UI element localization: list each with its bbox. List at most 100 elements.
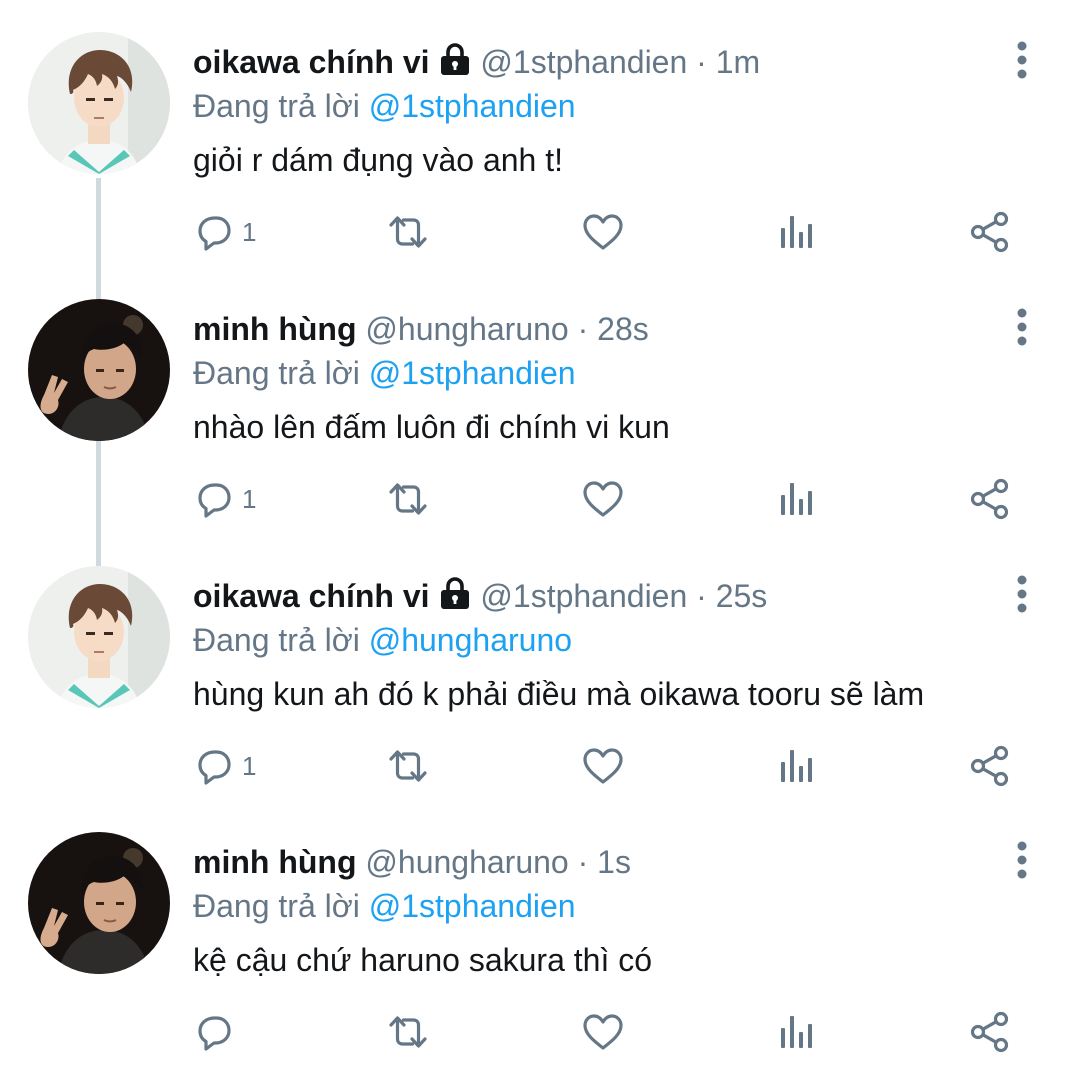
replying-to: Đang trả lời @1stphandien: [193, 84, 576, 128]
timestamp[interactable]: 1m: [716, 44, 760, 80]
avatar-image: [28, 832, 170, 974]
more-icon[interactable]: [1006, 572, 1038, 616]
retweet-icon: [389, 216, 427, 248]
separator-dot: ·: [577, 844, 589, 880]
display-name[interactable]: oikawa chính vi: [193, 578, 430, 614]
replying-to-label: Đang trả lời: [193, 355, 360, 391]
avatar-image: [28, 299, 170, 441]
retweet-button[interactable]: [386, 471, 430, 527]
analytics-icon: [781, 483, 812, 515]
reply-mention-link[interactable]: @1stphandien: [369, 88, 576, 124]
analytics-icon: [781, 750, 812, 782]
retweet-button[interactable]: [386, 1004, 430, 1060]
more-icon[interactable]: [1006, 305, 1038, 349]
avatar-image: [28, 32, 170, 174]
share-button[interactable]: [968, 471, 1012, 527]
like-button[interactable]: [581, 1004, 625, 1060]
share-icon: [970, 1011, 1009, 1053]
tweet-header: oikawa chính vi @1stphandien · 1m: [193, 40, 760, 84]
tweet-text: nhào lên đấm luôn đi chính vi kun: [193, 409, 670, 445]
reply-icon: [198, 483, 231, 518]
reply-count: 1: [242, 484, 257, 514]
retweet-button[interactable]: [386, 738, 430, 794]
reply-count: 1: [242, 751, 257, 781]
tweet-header: oikawa chính vi @1stphandien · 25s: [193, 574, 767, 618]
analytics-button[interactable]: [775, 471, 819, 527]
heart-icon: [583, 748, 623, 784]
share-icon: [970, 478, 1009, 520]
like-button[interactable]: [581, 471, 625, 527]
reply-button[interactable]: 1: [192, 204, 256, 260]
share-button[interactable]: [968, 1004, 1012, 1060]
tweet-header: minh hùng @hungharuno · 28s: [193, 307, 649, 351]
lock-icon: [440, 577, 469, 609]
separator-dot: ·: [696, 44, 707, 80]
reply-button[interactable]: 1: [192, 738, 256, 794]
user-handle[interactable]: @1stphandien: [480, 44, 687, 80]
like-button[interactable]: [581, 738, 625, 794]
share-icon: [970, 745, 1009, 787]
reply-icon: [198, 1016, 231, 1051]
display-name[interactable]: minh hùng: [193, 844, 357, 880]
heart-icon: [583, 481, 623, 517]
heart-icon: [583, 214, 623, 250]
separator-dot: ·: [696, 578, 707, 614]
tweet-header: minh hùng @hungharuno · 1s: [193, 840, 631, 884]
tweet-actions: 1: [0, 471, 1080, 527]
retweet-button[interactable]: [386, 204, 430, 260]
replying-to: Đang trả lời @hungharuno: [193, 618, 572, 662]
timestamp[interactable]: 1s: [597, 844, 631, 880]
replying-to: Đang trả lời @1stphandien: [193, 884, 576, 928]
display-name[interactable]: minh hùng: [193, 311, 357, 347]
reply-button[interactable]: 1: [192, 471, 256, 527]
replying-to-label: Đang trả lời: [193, 622, 360, 658]
reply-count: 1: [242, 217, 257, 247]
retweet-icon: [389, 750, 427, 782]
analytics-button[interactable]: [775, 1004, 819, 1060]
like-button[interactable]: [581, 204, 625, 260]
user-handle[interactable]: @hungharuno: [365, 311, 568, 347]
display-name[interactable]: oikawa chính vi: [193, 44, 430, 80]
lock-icon: [440, 43, 469, 75]
timestamp[interactable]: 25s: [716, 578, 768, 614]
reply-icon: [198, 750, 231, 785]
timestamp[interactable]: 28s: [597, 311, 649, 347]
reply-button[interactable]: [192, 1004, 242, 1060]
more-icon[interactable]: [1006, 838, 1038, 882]
replying-to-label: Đang trả lời: [193, 88, 360, 124]
separator-dot: ·: [577, 311, 589, 347]
share-button[interactable]: [968, 738, 1012, 794]
avatar[interactable]: [28, 299, 170, 441]
tweet[interactable]: minh hùng @hungharuno · 1s Đang trả lời …: [0, 832, 1080, 1070]
tweet-actions: 1: [0, 738, 1080, 794]
replying-to: Đang trả lời @1stphandien: [193, 351, 576, 395]
avatar-image: [28, 566, 170, 708]
avatar[interactable]: [28, 832, 170, 974]
user-handle[interactable]: @hungharuno: [365, 844, 568, 880]
tweet[interactable]: oikawa chính vi @1stphandien · 25s Đang …: [0, 566, 1080, 832]
avatar[interactable]: [28, 32, 170, 174]
tweet[interactable]: minh hùng @hungharuno · 28s Đang trả lời…: [0, 299, 1080, 565]
more-icon[interactable]: [1006, 38, 1038, 82]
analytics-icon: [781, 216, 812, 248]
reply-mention-link[interactable]: @1stphandien: [369, 888, 576, 924]
share-button[interactable]: [968, 204, 1012, 260]
tweet-text: hùng kun ah đó k phải điều mà oikawa too…: [193, 676, 925, 712]
heart-icon: [583, 1014, 623, 1050]
retweet-icon: [389, 483, 427, 515]
share-icon: [970, 211, 1009, 253]
tweet-text: giỏi r dám đụng vào anh t!: [193, 142, 564, 178]
tweet-actions: [0, 1004, 1080, 1060]
analytics-button[interactable]: [775, 738, 819, 794]
replying-to-label: Đang trả lời: [193, 888, 360, 924]
tweet-text: kệ cậu chứ haruno sakura thì có: [193, 942, 653, 978]
avatar[interactable]: [28, 566, 170, 708]
reply-mention-link[interactable]: @1stphandien: [369, 355, 576, 391]
reply-icon: [198, 216, 231, 251]
analytics-icon: [781, 1016, 812, 1048]
analytics-button[interactable]: [775, 204, 819, 260]
tweet-actions: 1: [0, 204, 1080, 260]
user-handle[interactable]: @1stphandien: [480, 578, 687, 614]
reply-mention-link[interactable]: @hungharuno: [369, 622, 572, 658]
tweet[interactable]: oikawa chính vi @1stphandien · 1m Đang t…: [0, 32, 1080, 298]
